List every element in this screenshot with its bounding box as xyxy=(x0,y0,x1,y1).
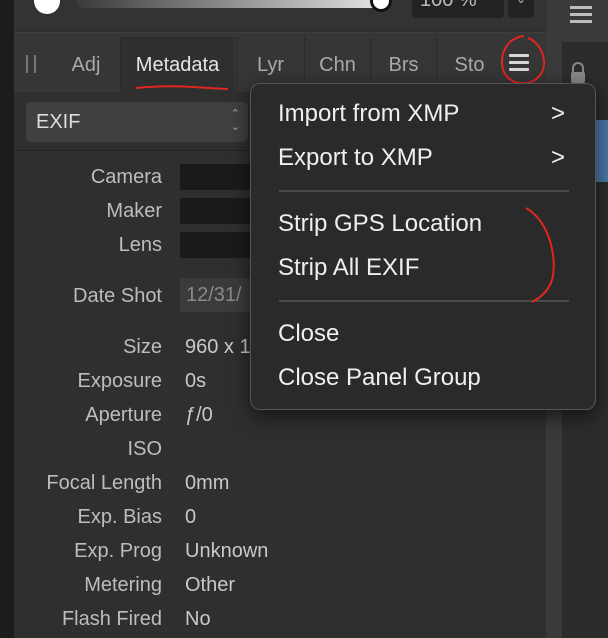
updown-chevron-icon: ⌃ ⌄ xyxy=(230,108,240,133)
size-label: Size xyxy=(123,336,162,358)
exp-bias-label: Exp. Bias xyxy=(77,506,162,528)
lens-label: Lens xyxy=(118,234,162,256)
lens-field[interactable] xyxy=(180,232,260,258)
metering-label: Metering xyxy=(84,574,162,596)
drag-grip-icon[interactable] xyxy=(26,55,36,73)
red-underline-annotation xyxy=(135,85,229,90)
menu-strip-all-exif[interactable]: Strip All EXIF xyxy=(278,254,419,282)
metering-value: Other xyxy=(185,574,236,596)
red-circle-annotation xyxy=(501,35,546,85)
exposure-value: 0s xyxy=(185,370,207,392)
aperture-value: ƒ/0 xyxy=(185,404,213,426)
hamburger-menu-icon[interactable] xyxy=(570,2,594,28)
red-bracket-annotation xyxy=(525,207,555,303)
focal-length-label: Focal Length xyxy=(46,472,162,494)
zoom-dropdown-button[interactable]: ⌄ xyxy=(508,0,534,18)
flash-fired-label: Flash Fired xyxy=(61,608,162,630)
chevron-right-icon: > xyxy=(551,144,566,171)
menu-separator xyxy=(279,190,569,192)
menu-export-to-xmp[interactable]: Export to XMP xyxy=(278,144,433,172)
lock-icon[interactable] xyxy=(568,62,588,84)
camera-label: Camera xyxy=(90,166,162,188)
slider-handle-right[interactable] xyxy=(370,0,392,12)
zoom-field[interactable]: 100 % xyxy=(412,0,504,18)
date-shot-label: Date Shot xyxy=(73,285,162,307)
select-value: EXIF xyxy=(36,111,81,133)
date-shot-field[interactable]: 12/31/ xyxy=(180,278,260,312)
menu-strip-gps-location[interactable]: Strip GPS Location xyxy=(278,210,482,238)
selection-indicator xyxy=(596,120,608,182)
metadata-type-select[interactable]: EXIF ⌃ ⌄ xyxy=(26,102,248,142)
maker-field[interactable] xyxy=(180,198,260,224)
iso-label: ISO xyxy=(127,438,162,460)
tab-adjustments[interactable]: Adj xyxy=(60,37,112,93)
aperture-label: Aperture xyxy=(85,404,162,426)
top-toolbar: 100 % ⌄ xyxy=(14,0,546,30)
menu-close-panel-group[interactable]: Close Panel Group xyxy=(278,364,481,392)
chevron-right-icon: > xyxy=(551,100,566,127)
exp-prog-value: Unknown xyxy=(185,540,269,562)
exposure-label: Exposure xyxy=(77,370,163,392)
flash-fired-value: No xyxy=(185,608,211,630)
chevron-down-icon: ⌄ xyxy=(516,0,526,6)
maker-label: Maker xyxy=(106,200,162,222)
slider-handle-left[interactable] xyxy=(34,0,60,14)
left-edge-strip xyxy=(0,0,14,638)
size-value: 960 x 1 xyxy=(185,336,251,358)
opacity-slider-track[interactable] xyxy=(76,0,392,8)
menu-close[interactable]: Close xyxy=(278,320,339,348)
menu-import-from-xmp[interactable]: Import from XMP xyxy=(278,100,459,128)
exp-bias-value: 0 xyxy=(185,506,197,528)
exp-prog-label: Exp. Prog xyxy=(74,540,162,562)
camera-field[interactable] xyxy=(180,164,260,190)
focal-length-value: 0mm xyxy=(185,472,230,494)
